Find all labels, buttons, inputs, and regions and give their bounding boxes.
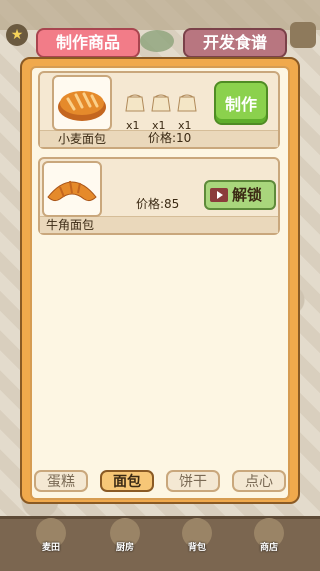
video-icon	[210, 188, 228, 202]
leaf-decoration	[140, 30, 174, 52]
top-backdrop	[0, 0, 320, 30]
ingredient-qty: x1	[152, 119, 166, 132]
category-tab-cake[interactable]: 蛋糕	[34, 470, 88, 492]
make-button[interactable]: 制作	[214, 81, 268, 125]
product-card-wheat-bread: 小麦面包 价格:10 x1 x1 x1 制作	[38, 71, 280, 149]
category-tab-bread[interactable]: 面包	[100, 470, 154, 492]
star-icon[interactable]: ★	[6, 24, 28, 46]
shop-corner-icon[interactable]	[290, 22, 316, 48]
category-tab-cookie[interactable]: 饼干	[166, 470, 220, 492]
croissant-icon	[42, 161, 102, 217]
unlock-button[interactable]: 解锁	[204, 180, 276, 210]
nav-label-shop: 商店	[260, 543, 279, 553]
product-name: 小麦面包	[58, 132, 107, 146]
ingredient-qty: x1	[126, 119, 140, 132]
ingredient-qty: x1	[178, 119, 192, 132]
unlock-label: 解锁	[232, 186, 263, 204]
product-card-croissant: 牛角面包 价格:85 解锁	[38, 157, 280, 235]
nav-label-field: 麦田	[42, 543, 61, 553]
product-name: 牛角面包	[46, 218, 95, 232]
bread-loaf-icon	[52, 75, 112, 131]
nav-label-kitchen: 厨房	[116, 543, 135, 553]
tab-develop-recipes[interactable]: 开发食谱	[183, 28, 287, 58]
flour-sack-icon	[150, 91, 172, 113]
nav-label-backpack: 背包	[188, 543, 207, 553]
flour-sack-icon	[124, 91, 146, 113]
tab-make-products[interactable]: 制作商品	[36, 28, 140, 58]
category-tab-snack[interactable]: 点心	[232, 470, 286, 492]
product-price: 价格:85	[136, 197, 180, 211]
flour-sack-icon	[176, 91, 198, 113]
